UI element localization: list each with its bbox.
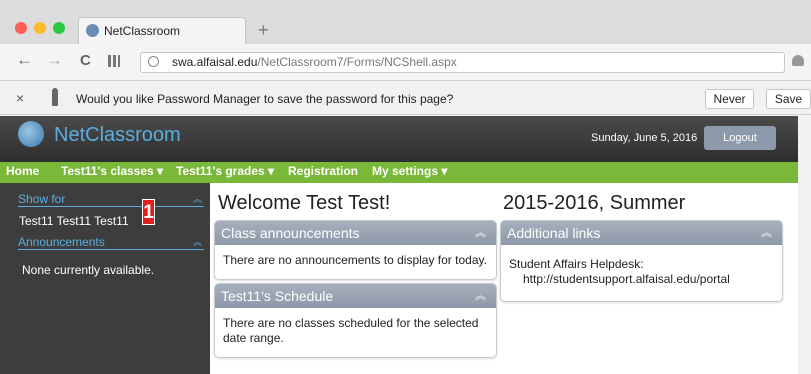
announcements-header[interactable]: Announcements ︽ (18, 235, 204, 250)
helpdesk-label: Student Affairs Helpdesk: (509, 257, 644, 271)
netclassroom-favicon-icon (86, 24, 99, 37)
menu-settings[interactable]: My settings ▾ (372, 164, 447, 178)
schedule-header[interactable]: Test11's Schedule ︽ (215, 284, 496, 308)
additional-links-panel: Additional links ︽ Student Affairs Helpd… (500, 220, 783, 302)
show-for-header[interactable]: Show for ︽ (18, 192, 204, 207)
menu-home[interactable]: Home (6, 164, 39, 178)
menu-registration[interactable]: Registration (288, 164, 358, 178)
maximize-window-icon[interactable] (53, 22, 65, 34)
collapse-icon[interactable]: ︽ (475, 284, 486, 308)
class-announcements-body: There are no announcements to display fo… (223, 253, 487, 267)
student-name[interactable]: Test11 Test11 Test11 (19, 214, 129, 228)
annotation-badge: 1 (142, 199, 155, 225)
tab-title: NetClassroom (104, 24, 181, 38)
close-window-icon[interactable] (15, 22, 27, 34)
announcements-label: Announcements (18, 235, 105, 249)
password-prompt: Would you like Password Manager to save … (76, 92, 454, 106)
class-announcements-header[interactable]: Class announcements ︽ (215, 221, 496, 245)
key-icon (52, 88, 58, 106)
collapse-icon[interactable]: ︽ (193, 192, 202, 205)
menu-classes[interactable]: Test11's classes ▾ (61, 164, 163, 178)
address-text: swa.alfaisal.edu/NetClassroom7/Forms/NCS… (172, 55, 457, 69)
additional-links-body: Student Affairs Helpdesk: http://student… (501, 245, 782, 295)
collapse-icon[interactable]: ︽ (761, 221, 772, 245)
brand-name: NetClassroom (54, 124, 181, 146)
heart-icon[interactable] (792, 55, 804, 66)
menu-grades[interactable]: Test11's grades ▾ (176, 164, 274, 178)
speed-dial-icon[interactable] (108, 55, 120, 67)
url-path: /NetClassroom7/Forms/NCShell.aspx (257, 55, 457, 69)
additional-links-title: Additional links (507, 225, 601, 241)
netclassroom-logo-icon (18, 121, 44, 147)
term-heading: 2015-2016, Summer (503, 192, 686, 214)
url-host: swa.alfaisal.edu (172, 55, 258, 69)
schedule-body: There are no classes scheduled for the s… (223, 316, 479, 345)
minimize-window-icon[interactable] (34, 22, 46, 34)
forward-button[interactable]: → (46, 50, 63, 70)
back-button[interactable]: ← (16, 50, 33, 70)
class-announcements-title: Class announcements (221, 225, 360, 241)
welcome-heading: Welcome Test Test! (218, 192, 391, 214)
schedule-title: Test11's Schedule (221, 288, 334, 304)
reload-button[interactable]: C (80, 52, 91, 69)
no-announcements-text: None currently available. (22, 263, 155, 277)
never-button[interactable]: Never (705, 89, 754, 109)
schedule-panel: Test11's Schedule ︽ There are no classes… (214, 283, 497, 358)
helpdesk-link[interactable]: http://studentsupport.alfaisal.edu/porta… (509, 272, 774, 287)
close-infobar-button[interactable]: × (16, 90, 24, 106)
sidebar (0, 183, 210, 374)
page-scrollbar[interactable] (798, 116, 811, 374)
logout-button[interactable]: Logout (704, 126, 776, 150)
new-tab-button[interactable]: + (258, 20, 269, 41)
show-for-label: Show for (18, 192, 66, 206)
class-announcements-panel: Class announcements ︽ There are no annou… (214, 220, 497, 280)
collapse-icon[interactable]: ︽ (193, 235, 202, 248)
additional-links-header[interactable]: Additional links ︽ (501, 221, 782, 245)
site-info-icon[interactable] (148, 56, 159, 67)
collapse-icon[interactable]: ︽ (475, 221, 486, 245)
save-button[interactable]: Save (766, 89, 811, 109)
current-date: Sunday, June 5, 2016 (591, 132, 698, 144)
